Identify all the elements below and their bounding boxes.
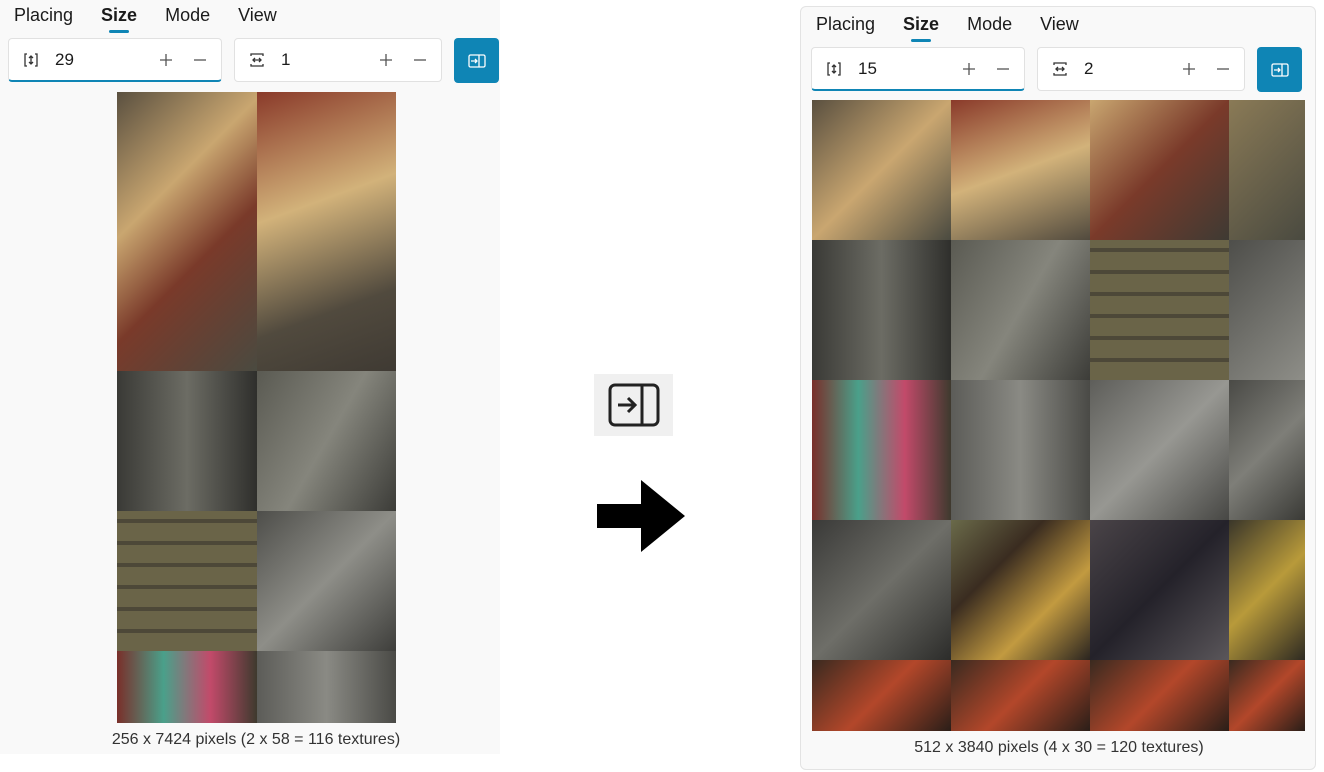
texture-tile: [1090, 380, 1229, 520]
vertical-resize-icon: [826, 61, 842, 77]
apply-size-icon: [467, 53, 486, 68]
texture-tile: [117, 371, 257, 511]
cols-field[interactable]: 2: [1037, 47, 1245, 91]
apply-size-icon: [608, 383, 659, 427]
texture-tile: [1229, 520, 1305, 660]
tab-label: Mode: [165, 5, 211, 25]
texture-tile: [117, 651, 257, 723]
tab-bar: Placing Size Mode View: [802, 9, 1093, 43]
plus-icon: [160, 53, 172, 66]
tab-label: View: [238, 5, 277, 25]
texture-tile: [256, 371, 396, 511]
texture-tile: [1090, 100, 1229, 240]
tab-view[interactable]: View: [1026, 9, 1093, 39]
texture-tile: [256, 511, 396, 651]
tab-bar: Placing Size Mode View: [0, 0, 291, 34]
tab-label: Placing: [14, 5, 74, 25]
tab-size[interactable]: Size: [87, 0, 151, 33]
texture-tile: [256, 651, 396, 723]
minus-icon: [414, 59, 426, 61]
tab-label: Size: [903, 14, 940, 34]
plus-icon: [1183, 63, 1195, 75]
cols-decrement-button[interactable]: [1206, 54, 1240, 84]
texture-tile: [1229, 100, 1305, 240]
apply-size-icon-illustration: [594, 374, 673, 436]
texture-tile: [1229, 240, 1305, 380]
apply-size-button[interactable]: [1257, 47, 1302, 92]
texture-tile: [117, 511, 257, 651]
after-panel: Placing Size Mode View 15 2 512 x 3840 p…: [800, 6, 1316, 770]
cols-value[interactable]: 1: [281, 50, 369, 70]
tab-label: View: [1040, 14, 1079, 34]
texture-tile: [812, 660, 951, 731]
plus-icon: [380, 54, 392, 66]
minus-icon: [1217, 68, 1229, 70]
rows-decrement-button[interactable]: [986, 54, 1020, 84]
before-panel: Placing Size Mode View 29 1 256 x 7424 p…: [0, 0, 500, 754]
apply-size-button[interactable]: [454, 38, 499, 83]
rows-decrement-button[interactable]: [183, 45, 217, 75]
texture-tile: [951, 100, 1090, 240]
texture-tile: [812, 520, 951, 660]
horizontal-resize-icon: [249, 52, 265, 68]
tab-label: Size: [101, 5, 138, 25]
cols-value[interactable]: 2: [1084, 59, 1172, 79]
cols-field[interactable]: 1: [234, 38, 442, 82]
texture-tile: [1090, 660, 1229, 731]
minus-icon: [194, 58, 206, 61]
vertical-resize-icon: [23, 52, 39, 68]
texture-tile: [812, 380, 951, 520]
tab-placing[interactable]: Placing: [0, 0, 87, 30]
texture-tile: [1229, 660, 1305, 731]
active-tab-indicator: [911, 39, 932, 42]
rows-value[interactable]: 29: [55, 50, 149, 70]
atlas-size-caption: 256 x 7424 pixels (2 x 58 = 116 textures…: [111, 731, 401, 748]
texture-tile: [812, 100, 951, 240]
texture-tile: [1090, 520, 1229, 660]
active-tab-indicator: [109, 30, 130, 33]
rows-value[interactable]: 15: [858, 59, 952, 79]
texture-tile: [1090, 240, 1229, 380]
tab-view[interactable]: View: [224, 0, 291, 30]
texture-tile: [117, 92, 257, 371]
tab-size[interactable]: Size: [889, 9, 953, 42]
texture-tile: [1229, 380, 1305, 520]
tab-label: Mode: [967, 14, 1013, 34]
rows-field[interactable]: 15: [811, 47, 1025, 91]
texture-tile: [951, 520, 1090, 660]
rows-field[interactable]: 29: [8, 38, 222, 82]
texture-atlas-preview: [117, 92, 396, 723]
tab-mode[interactable]: Mode: [151, 0, 224, 30]
cols-decrement-button[interactable]: [403, 45, 437, 75]
atlas-size-caption: 512 x 3840 pixels (4 x 30 = 120 textures…: [914, 739, 1204, 756]
rows-increment-button[interactable]: [149, 45, 183, 75]
texture-tile: [951, 660, 1090, 731]
tab-label: Placing: [816, 14, 876, 34]
texture-tile: [951, 380, 1090, 520]
texture-tile: [812, 240, 951, 380]
plus-icon: [963, 62, 975, 75]
texture-tile: [951, 240, 1090, 380]
cols-increment-button[interactable]: [369, 45, 403, 75]
tab-placing[interactable]: Placing: [802, 9, 889, 39]
apply-size-icon: [1270, 62, 1289, 77]
tab-mode[interactable]: Mode: [953, 9, 1026, 39]
minus-icon: [997, 67, 1009, 70]
texture-atlas-preview: [812, 100, 1305, 731]
rows-increment-button[interactable]: [952, 54, 986, 84]
right-arrow-icon: [595, 478, 687, 559]
horizontal-resize-icon: [1052, 61, 1068, 77]
cols-increment-button[interactable]: [1172, 54, 1206, 84]
texture-tile: [256, 92, 396, 371]
